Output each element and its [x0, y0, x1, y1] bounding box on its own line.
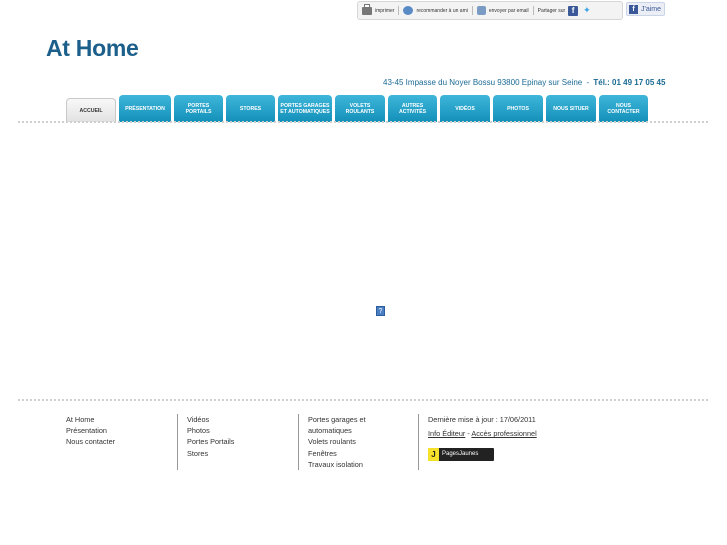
printer-icon [362, 3, 372, 15]
send-label: envoyer par email [488, 7, 529, 14]
editor-links: Info Éditeur - Accès professionnel [428, 428, 537, 439]
acces-pro-link[interactable]: Accès professionnel [471, 429, 536, 438]
like-label: J'aime [641, 5, 662, 13]
facebook-like-button[interactable]: f J'aime [626, 2, 665, 16]
footer-link-fenetres[interactable]: Fenêtres [308, 448, 366, 459]
share-group: Partager sur f ✦ [534, 2, 598, 19]
recommend-label: recommander à un ami [416, 7, 468, 14]
tab-portes-portails[interactable]: PORTES PORTAILS [174, 95, 223, 122]
tab-nous-situer[interactable]: NOUS SITUER [546, 95, 596, 122]
print-label: imprimer [375, 7, 395, 14]
footer-col-4: Dernière mise à jour : 17/06/2011 Info É… [418, 414, 537, 470]
footer-col-2: Vidéos Photos Portes Portails Stores [177, 414, 234, 470]
footer-link-at-home[interactable]: At Home [66, 414, 115, 425]
tab-presentation[interactable]: PRÉSENTATION [119, 95, 171, 122]
footer-link-videos[interactable]: Vidéos [187, 414, 234, 425]
recommend-link[interactable]: recommander à un ami [399, 2, 471, 19]
print-link[interactable]: imprimer [358, 2, 398, 19]
info-editeur-link[interactable]: Info Éditeur [428, 429, 465, 438]
footer-col-1: At Home Présentation Nous contacter [66, 414, 115, 448]
nav-divider [18, 121, 708, 123]
footer-link-contact[interactable]: Nous contacter [66, 436, 115, 447]
tab-videos[interactable]: VIDÉOS [440, 95, 490, 122]
address-separator: - [586, 78, 590, 87]
footer-link-portes-garages[interactable]: Portes garages et [308, 414, 366, 425]
footer-link-travaux[interactable]: Travaux isolation [308, 459, 366, 470]
tab-volets-roulants[interactable]: VOLETS ROULANTS [335, 95, 385, 122]
main-nav: ACCUEIL PRÉSENTATION PORTES PORTAILS STO… [66, 94, 651, 122]
last-update-text: Dernière mise à jour : 17/06/2011 [428, 415, 536, 424]
footer-link-stores[interactable]: Stores [187, 448, 234, 459]
tab-nous-contacter[interactable]: NOUS CONTACTER [599, 95, 648, 122]
send-email-link[interactable]: envoyer par email [473, 2, 533, 19]
footer-link-portes-garages-cont[interactable]: automatiques [308, 425, 366, 436]
footer-link-portes-portails[interactable]: Portes Portails [187, 436, 234, 447]
footer-link-photos[interactable]: Photos [187, 425, 234, 436]
phone-number: Tél.: 01 49 17 05 45 [593, 78, 666, 87]
facebook-icon: f [629, 4, 638, 14]
site-title[interactable]: At Home [46, 35, 139, 62]
tab-portes-garages[interactable]: PORTES GARAGES ET AUTOMATIQUES [278, 95, 332, 122]
tab-photos[interactable]: PHOTOS [493, 95, 543, 122]
contact-line: 43-45 Impasse du Noyer Bossu 93800 Epina… [383, 78, 665, 87]
tab-autres-activites[interactable]: AUTRES ACTIVITÉS [388, 95, 437, 122]
address-text: 43-45 Impasse du Noyer Bossu 93800 Epina… [383, 78, 583, 87]
footer-divider [18, 399, 708, 401]
facebook-icon[interactable]: f [568, 5, 579, 16]
tab-stores[interactable]: STORES [226, 95, 275, 122]
links-separator: - [467, 429, 470, 439]
footer-link-presentation[interactable]: Présentation [66, 425, 115, 436]
footer-link-volets[interactable]: Volets roulants [308, 436, 366, 447]
share-label: Partager sur [537, 7, 566, 14]
broken-image-icon: ? [376, 306, 385, 316]
recommend-icon [403, 6, 414, 15]
pagesjaunes-badge[interactable]: J PagesJaunes [428, 448, 494, 462]
pagesjaunes-label: PagesJaunes [442, 451, 479, 458]
pagesjaunes-logo-icon: J [428, 448, 439, 462]
mail-icon [476, 6, 486, 15]
share-toolbar: imprimer recommander à un ami envoyer pa… [357, 1, 623, 20]
twitter-icon[interactable]: ✦ [583, 5, 591, 16]
footer-col-3: Portes garages et automatiques Volets ro… [298, 414, 366, 470]
tab-accueil[interactable]: ACCUEIL [66, 98, 116, 122]
